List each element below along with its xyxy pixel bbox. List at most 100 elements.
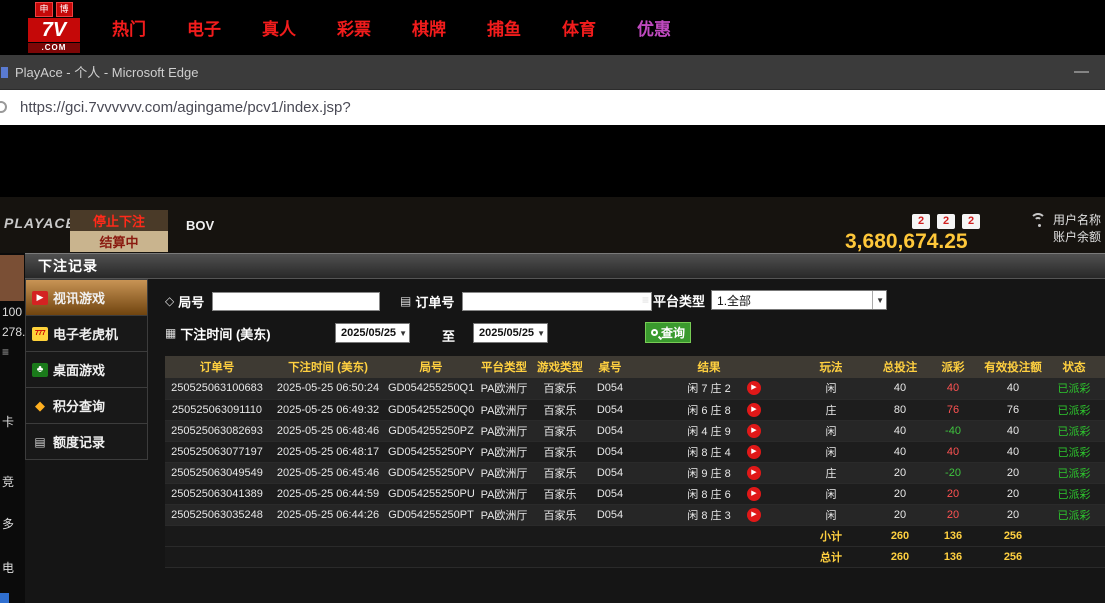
- nav-item[interactable]: 电子: [187, 15, 221, 40]
- date-to-select[interactable]: 2025/05/25 ▼: [473, 323, 548, 343]
- nav-item[interactable]: 热门: [112, 15, 146, 40]
- round-input[interactable]: [212, 292, 380, 311]
- table-row: 250525063041389 2025-05-25 06:44:59 GD05…: [165, 483, 1105, 504]
- round-label: 局号: [178, 292, 204, 311]
- cell-status: 已派彩: [1043, 483, 1105, 504]
- game-background: PLAYACE 停止下注 结算中 BOV 2 2 2 3,680,674.25 …: [0, 197, 1105, 253]
- url-text[interactable]: https://gci.7vvvvvv.com/agingame/pcv1/in…: [20, 90, 351, 125]
- menu-icon: ◆: [32, 399, 48, 413]
- card-value: 2: [962, 214, 980, 229]
- result-text: 闲 8 庄 3: [687, 510, 730, 522]
- date-to-value: 2025/05/25: [479, 327, 534, 339]
- top-nav-items: 热门 电子 真人 彩票 棋牌 捕鱼 体育 优惠: [112, 15, 671, 40]
- cell-valid: 20: [983, 483, 1043, 504]
- card-value: 2: [937, 214, 955, 229]
- card-value: 2: [912, 214, 930, 229]
- cell-table-no: D054: [587, 399, 633, 420]
- replay-icon[interactable]: ▶: [747, 403, 761, 417]
- cell-order: 250525063082693: [165, 420, 269, 441]
- cell-result: 闲 8 庄 4 ▶: [633, 441, 785, 462]
- sidebar-item[interactable]: 777 电子老虎机: [25, 316, 148, 352]
- cell-table-no: D054: [587, 378, 633, 399]
- minimize-button[interactable]: —: [1074, 55, 1089, 88]
- total-label: 总计: [785, 546, 877, 567]
- cell-valid: 40: [983, 378, 1043, 399]
- round-number-icon: ◇: [165, 294, 174, 308]
- cell-time: 2025-05-25 06:49:32: [269, 399, 387, 420]
- cell-play: 闲: [785, 504, 877, 525]
- order-input[interactable]: [462, 292, 652, 311]
- user-name-label: 用户名称: [1053, 211, 1101, 228]
- total-row: 总计 260 136 256: [165, 546, 1105, 567]
- cell-game: 百家乐: [533, 399, 587, 420]
- nav-item[interactable]: 优惠: [637, 15, 671, 40]
- result-text: 闲 8 庄 6: [687, 489, 730, 501]
- cell-order: 250525063049549: [165, 462, 269, 483]
- cell-payout: 20: [923, 483, 983, 504]
- sidebar-item[interactable]: ▤ 额度记录: [25, 424, 148, 460]
- date-from-select[interactable]: 2025/05/25 ▼: [335, 323, 410, 343]
- cell-table-no: D054: [587, 462, 633, 483]
- table-row: 250525063091110 2025-05-25 06:49:32 GD05…: [165, 399, 1105, 420]
- col-payout: 派彩: [923, 356, 983, 378]
- col-bet: 总投注: [877, 356, 923, 378]
- sidebar-item[interactable]: ♣ 桌面游戏: [25, 352, 148, 388]
- cell-valid: 20: [983, 504, 1043, 525]
- replay-icon[interactable]: ▶: [747, 487, 761, 501]
- col-round: 局号: [387, 356, 475, 378]
- col-order: 订单号: [165, 356, 269, 378]
- chevron-down-icon: ▼: [535, 324, 545, 342]
- platform-select[interactable]: 1.全部 ▼: [711, 290, 887, 310]
- window-title-bar: PlayAce - 个人 - Microsoft Edge —: [0, 55, 1105, 90]
- top-nav-bar: 申 博 7V .COM 热门 电子 真人 彩票 棋牌 捕鱼 体育 优惠: [0, 0, 1105, 55]
- cell-platform: PA欧洲厅: [475, 420, 533, 441]
- nav-item[interactable]: 彩票: [337, 15, 371, 40]
- cell-table-no: D054: [587, 483, 633, 504]
- cell-status: 已派彩: [1043, 420, 1105, 441]
- subtotal-valid: 256: [983, 525, 1043, 546]
- total-spacer: [165, 546, 785, 567]
- round-filter-group: ◇ 局号: [165, 291, 380, 311]
- replay-icon[interactable]: ▶: [747, 466, 761, 480]
- menu-label: 额度记录: [53, 432, 105, 451]
- table-summary: 小计 260 136 256 总计 260 136 256: [165, 525, 1105, 567]
- bg-fragment: ≡: [2, 345, 9, 359]
- cell-bet: 20: [877, 462, 923, 483]
- site-logo[interactable]: 申 博 7V .COM: [28, 2, 80, 53]
- search-button[interactable]: 查询: [645, 322, 691, 343]
- cell-game: 百家乐: [533, 420, 587, 441]
- cell-payout: 20: [923, 504, 983, 525]
- cell-time: 2025-05-25 06:44:59: [269, 483, 387, 504]
- logo-badge-bo: 博: [56, 2, 73, 17]
- replay-icon[interactable]: ▶: [747, 445, 761, 459]
- stop-betting-label: 停止下注: [70, 210, 168, 231]
- cell-platform: PA欧洲厅: [475, 441, 533, 462]
- cell-bet: 40: [877, 441, 923, 462]
- nav-item[interactable]: 棋牌: [412, 15, 446, 40]
- replay-icon[interactable]: ▶: [747, 508, 761, 522]
- search-icon: [651, 329, 658, 336]
- nav-item[interactable]: 体育: [562, 15, 596, 40]
- cell-order: 250525063100683: [165, 378, 269, 399]
- replay-icon[interactable]: ▶: [747, 424, 761, 438]
- menu-label: 桌面游戏: [53, 360, 105, 379]
- sidebar-item[interactable]: ▶ 视讯游戏: [25, 280, 148, 316]
- cell-play: 庄: [785, 462, 877, 483]
- nav-item[interactable]: 捕鱼: [487, 15, 521, 40]
- bg-fragment: 卡: [2, 413, 14, 430]
- table-body: 250525063100683 2025-05-25 06:50:24 GD05…: [165, 378, 1105, 525]
- cell-round: GD054255250PV: [387, 462, 475, 483]
- cell-valid: 40: [983, 420, 1043, 441]
- url-bar[interactable]: https://gci.7vvvvvv.com/agingame/pcv1/in…: [0, 90, 1105, 125]
- cell-payout: 40: [923, 378, 983, 399]
- cell-table-no: D054: [587, 504, 633, 525]
- replay-icon[interactable]: ▶: [747, 381, 761, 395]
- sidebar-item[interactable]: ◆ 积分查询: [25, 388, 148, 424]
- cell-play: 闲: [785, 420, 877, 441]
- cell-time: 2025-05-25 06:48:17: [269, 441, 387, 462]
- nav-item[interactable]: 真人: [262, 15, 296, 40]
- table-row: 250525063100683 2025-05-25 06:50:24 GD05…: [165, 378, 1105, 399]
- refresh-icon[interactable]: [0, 101, 7, 113]
- cell-time: 2025-05-25 06:45:46: [269, 462, 387, 483]
- bg-fragment: 278.: [2, 325, 25, 339]
